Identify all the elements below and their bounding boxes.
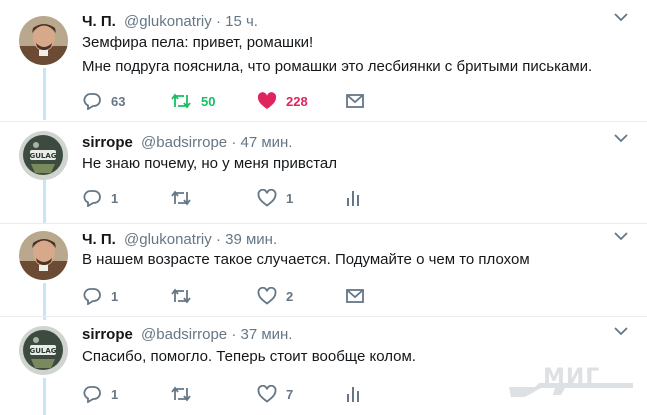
reply-count: 1: [111, 288, 119, 304]
tweet-actions: 63 50 228: [82, 91, 382, 111]
like-count: 1: [286, 190, 294, 206]
retweet-button[interactable]: [170, 286, 201, 306]
reply-button[interactable]: 1: [82, 188, 118, 208]
bar-chart-icon: [347, 387, 359, 402]
reply-icon: [83, 386, 101, 403]
tweet-text-line: Земфира пела: привет, ромашки!: [82, 34, 314, 51]
avatar[interactable]: [19, 231, 68, 280]
like-button[interactable]: 7: [257, 384, 293, 404]
tweet-text-line: Мне подруга пояснила, что ромашки это ле…: [82, 58, 593, 75]
separator-dot: ·: [215, 13, 221, 30]
watermark: МИГ: [505, 357, 640, 403]
retweet-icon: [171, 190, 191, 206]
reply-icon: [83, 190, 101, 207]
tweet[interactable]: Ч. П. @glukonatriy · 39 мин. В нашем воз…: [0, 231, 647, 321]
heart-icon: [257, 92, 277, 109]
retweet-icon: [171, 386, 191, 402]
reply-button[interactable]: 1: [82, 286, 118, 306]
reply-button[interactable]: 63: [82, 91, 125, 111]
avatar[interactable]: [19, 16, 68, 65]
tweet-text: Спасибо, помогло. Теперь стоит вообще ко…: [82, 345, 416, 369]
reply-icon: [83, 288, 101, 305]
like-count: 7: [286, 386, 294, 402]
tweet-divider: [0, 316, 647, 317]
author-name[interactable]: sirrope: [82, 326, 133, 343]
tweet-text-line: Не знаю почему, но у меня привстал: [82, 155, 337, 172]
author-handle[interactable]: @glukonatriy: [124, 13, 212, 30]
tweet-actions: 1 1: [82, 188, 382, 208]
like-button[interactable]: 2: [257, 286, 293, 306]
heart-icon: [257, 385, 277, 403]
heart-icon: [257, 189, 277, 207]
tweet-header: sirrope @badsirrope · 37 мин.: [82, 326, 292, 343]
retweet-icon: [171, 93, 191, 109]
tweet-divider: [0, 223, 647, 224]
separator-dot: ·: [231, 326, 237, 343]
reply-count: 63: [111, 93, 126, 109]
retweet-icon: [171, 288, 191, 304]
tweet-text-line: Спасибо, помогло. Теперь стоит вообще ко…: [82, 348, 416, 365]
tweet-header: sirrope @badsirrope · 47 мин.: [82, 134, 292, 151]
tweet-header: Ч. П. @glukonatriy · 15 ч.: [82, 13, 258, 30]
separator-dot: ·: [231, 134, 237, 151]
chevron-down-icon[interactable]: [614, 12, 628, 22]
separator-dot: ·: [215, 231, 221, 248]
avatar-badge-text: GULAG: [29, 347, 56, 355]
like-button[interactable]: 228: [257, 91, 308, 111]
chevron-down-icon[interactable]: [614, 231, 628, 241]
author-handle[interactable]: @badsirrope: [141, 326, 227, 343]
author-name[interactable]: Ч. П.: [82, 231, 116, 248]
tweet-header: Ч. П. @glukonatriy · 39 мин.: [82, 231, 277, 248]
reply-button[interactable]: 1: [82, 384, 118, 404]
tweet-text: Не знаю почему, но у меня привстал: [82, 152, 337, 176]
reply-count: 1: [111, 190, 119, 206]
envelope-icon: [346, 94, 364, 108]
retweet-button[interactable]: 50: [170, 91, 215, 111]
watermark-text: МИГ: [543, 365, 601, 390]
direct-message-button[interactable]: [345, 286, 365, 306]
direct-message-button[interactable]: [345, 91, 365, 111]
avatar-badge-text: GULAG: [29, 152, 56, 160]
tweet-text-line: В нашем возрасте такое случается. Подума…: [82, 251, 530, 268]
author-name[interactable]: Ч. П.: [82, 13, 116, 30]
tweet[interactable]: GULAG sirrope @badsirrope · 47 мин. Не з…: [0, 131, 647, 221]
tweet-actions: 1 2: [82, 286, 382, 306]
like-count: 2: [286, 288, 294, 304]
avatar[interactable]: GULAG: [19, 131, 68, 180]
bar-chart-icon: [347, 191, 359, 206]
avatar[interactable]: GULAG: [19, 326, 68, 375]
analytics-button[interactable]: [345, 188, 361, 208]
tweet-timestamp[interactable]: 37 мин.: [240, 326, 292, 343]
retweet-button[interactable]: [170, 188, 201, 208]
retweet-button[interactable]: [170, 384, 201, 404]
tweet-divider: [0, 121, 647, 122]
envelope-icon: [346, 289, 364, 303]
heart-icon: [257, 287, 277, 305]
chevron-down-icon[interactable]: [614, 326, 628, 336]
chevron-down-icon[interactable]: [614, 133, 628, 143]
reply-count: 1: [111, 386, 119, 402]
like-button[interactable]: 1: [257, 188, 293, 208]
tweet-actions: 1 7: [82, 384, 382, 404]
tweet-timestamp[interactable]: 39 мин.: [225, 231, 277, 248]
like-count: 228: [286, 93, 308, 109]
reply-icon: [83, 93, 101, 110]
tweet-text: В нашем возрасте такое случается. Подума…: [82, 248, 530, 272]
author-handle[interactable]: @badsirrope: [141, 134, 227, 151]
tweet-text: Земфира пела: привет, ромашки! Мне подру…: [82, 31, 592, 79]
tweet-timestamp[interactable]: 15 ч.: [225, 13, 258, 30]
retweet-count: 50: [201, 93, 216, 109]
analytics-button[interactable]: [345, 384, 361, 404]
tweet[interactable]: Ч. П. @glukonatriy · 15 ч. Земфира пела:…: [0, 10, 647, 114]
author-name[interactable]: sirrope: [82, 134, 133, 151]
tweet-timestamp[interactable]: 47 мин.: [240, 134, 292, 151]
author-handle[interactable]: @glukonatriy: [124, 231, 212, 248]
